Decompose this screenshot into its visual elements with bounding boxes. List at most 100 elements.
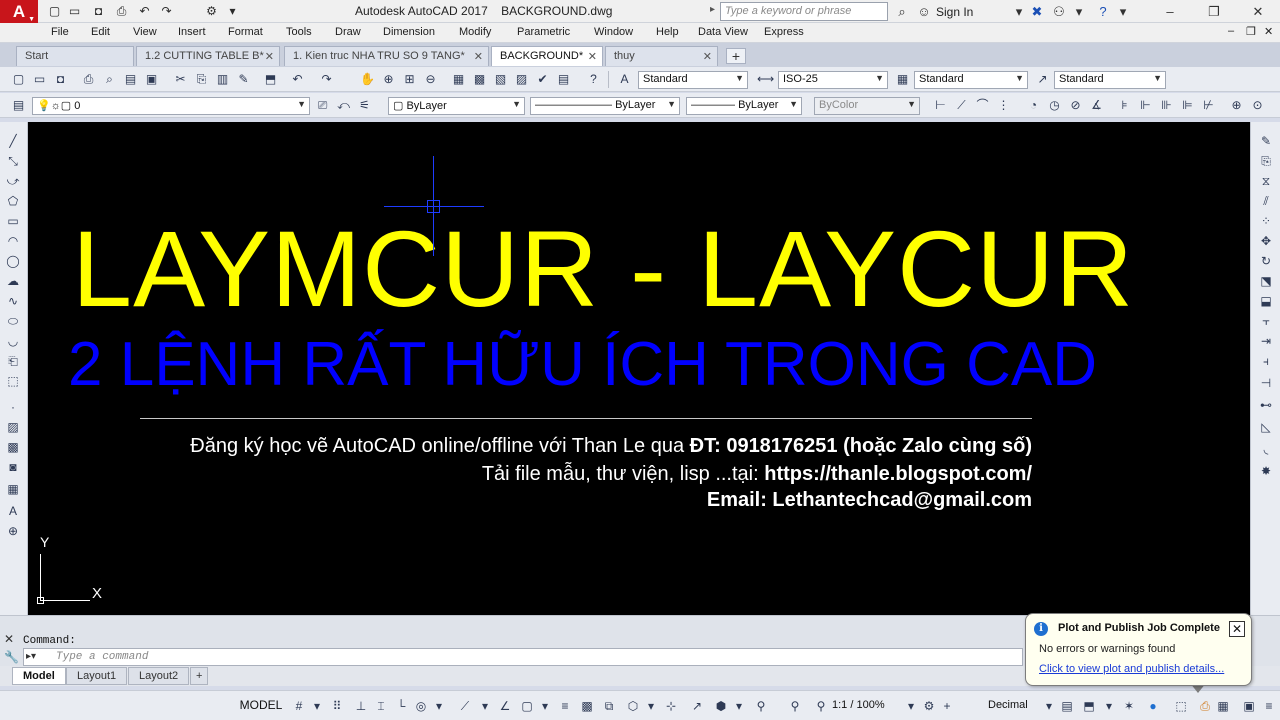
chevron-down-icon[interactable]: ▾ bbox=[1040, 698, 1058, 714]
dynamic-ucs-icon[interactable]: ⊹ bbox=[662, 698, 680, 714]
chevron-down-icon[interactable]: ▾ bbox=[1070, 3, 1088, 20]
linetype-select[interactable]: ——————— ByLayer ▼ bbox=[530, 97, 680, 115]
plot-icon[interactable]: ⎙ bbox=[113, 3, 130, 20]
tolerance-icon[interactable]: ⊕ bbox=[1228, 97, 1245, 114]
ellipse-arc-icon[interactable]: ◡ bbox=[4, 332, 22, 350]
offset-icon[interactable]: ⫽ bbox=[1257, 192, 1275, 210]
open-icon[interactable]: ▭ bbox=[31, 71, 48, 88]
menu-dimension[interactable]: Dimension bbox=[383, 26, 435, 38]
doc-minimize-button[interactable]: – bbox=[1228, 25, 1234, 37]
save-icon[interactable]: ◘ bbox=[90, 3, 107, 20]
quickcalc-icon[interactable]: ▤ bbox=[555, 71, 572, 88]
design-center-icon[interactable]: ▩ bbox=[471, 71, 488, 88]
join-icon[interactable]: ⊷ bbox=[1257, 396, 1275, 414]
close-icon[interactable]: ✕ bbox=[474, 50, 483, 63]
quick-dimension-icon[interactable]: ⊧ bbox=[1116, 97, 1133, 114]
lineweight-icon[interactable]: ≡ bbox=[556, 698, 574, 714]
aligned-dimension-icon[interactable]: ⟋ bbox=[953, 97, 970, 114]
customize-quick-access-icon[interactable]: ▾ bbox=[224, 3, 241, 20]
menu-edit[interactable]: Edit bbox=[91, 26, 110, 38]
jogged-icon[interactable]: ◷ bbox=[1046, 97, 1063, 114]
line-icon[interactable]: ╱ bbox=[4, 132, 22, 150]
hatch-icon[interactable]: ▨ bbox=[4, 418, 22, 436]
break-at-point-icon[interactable]: ⫞ bbox=[1257, 352, 1275, 370]
wrench-icon[interactable]: 🔧 bbox=[4, 650, 19, 664]
copy-icon[interactable]: ⎘ bbox=[193, 71, 210, 88]
copy-icon[interactable]: ⎘ bbox=[1257, 152, 1275, 170]
polar-tracking-icon[interactable]: ◎ bbox=[412, 698, 430, 714]
dynamic-input-icon[interactable]: ⌶ bbox=[372, 698, 390, 714]
plot-preview-icon[interactable]: ⌕ bbox=[101, 71, 118, 88]
undo-icon[interactable]: ↶ bbox=[289, 71, 306, 88]
selection-filter-icon[interactable]: ↗ bbox=[688, 698, 706, 714]
new-file-icon[interactable]: ▢ bbox=[46, 3, 63, 20]
chevron-down-icon[interactable]: ▾ bbox=[430, 698, 448, 714]
continue-icon[interactable]: ⊪ bbox=[1158, 97, 1175, 114]
lock-ui-icon[interactable]: ⬒ bbox=[1080, 698, 1098, 714]
properties-icon[interactable]: ▦ bbox=[450, 71, 467, 88]
chevron-down-icon[interactable]: ▾ bbox=[536, 698, 554, 714]
chevron-down-icon[interactable]: ▾ bbox=[730, 698, 748, 714]
help-icon[interactable]: ? bbox=[1094, 3, 1112, 20]
view-details-link[interactable]: Click to view plot and publish details..… bbox=[1039, 663, 1224, 675]
arc-length-icon[interactable]: ⌒ bbox=[974, 97, 991, 114]
paste-icon[interactable]: ▥ bbox=[214, 71, 231, 88]
search-input[interactable]: Type a keyword or phrase bbox=[720, 2, 888, 21]
annotation-scale-value[interactable]: 1:1 / 100% bbox=[832, 699, 885, 711]
dim-break-icon[interactable]: ⊬ bbox=[1200, 97, 1217, 114]
doc-close-button[interactable]: ✕ bbox=[1264, 25, 1273, 38]
construction-line-icon[interactable]: ⤡ bbox=[4, 152, 22, 170]
dim-style-icon[interactable]: ⟷ bbox=[757, 71, 774, 88]
menu-view[interactable]: View bbox=[133, 26, 157, 38]
dim-style-select[interactable]: ISO-25 ▼ bbox=[778, 71, 888, 89]
chevron-down-icon[interactable]: ▾ bbox=[902, 698, 920, 714]
rotate-icon[interactable]: ↻ bbox=[1257, 252, 1275, 270]
gizmo-icon[interactable]: ⬢ bbox=[712, 698, 730, 714]
color-select[interactable]: ▢ ByLayer ▼ bbox=[388, 97, 525, 115]
menu-data-view[interactable]: Data View bbox=[698, 26, 748, 38]
tab-kien-truc[interactable]: 1. Kien truc NHA TRU SO 9 TANG* ✕ bbox=[284, 46, 489, 66]
layer-states-icon[interactable]: ⚟ bbox=[356, 97, 373, 114]
chevron-down-icon[interactable]: ▾ bbox=[1010, 3, 1028, 20]
zoom-previous-icon[interactable]: ⊖ bbox=[422, 71, 439, 88]
command-input[interactable]: Type a command bbox=[23, 648, 1023, 666]
zoom-realtime-icon[interactable]: ⊕ bbox=[380, 71, 397, 88]
tab-model[interactable]: Model bbox=[12, 667, 66, 685]
maximize-button[interactable]: ❐ bbox=[1192, 0, 1236, 23]
model-space-toggle[interactable]: MODEL bbox=[236, 693, 286, 717]
make-current-layer-icon[interactable]: ⎚ bbox=[314, 97, 331, 114]
menu-tools[interactable]: Tools bbox=[286, 26, 312, 38]
menu-icon[interactable]: ≡ bbox=[1260, 698, 1278, 714]
tab-layout2[interactable]: Layout2 bbox=[128, 667, 190, 685]
layer-select[interactable]: 💡☼▢ 0 ▼ bbox=[32, 97, 310, 115]
rectangle-icon[interactable]: ▭ bbox=[4, 212, 22, 230]
trim-icon[interactable]: ⫟ bbox=[1257, 312, 1275, 330]
chevron-down-icon[interactable]: ▾ bbox=[308, 698, 326, 714]
selection-cycling-icon[interactable]: ⧉ bbox=[600, 698, 618, 714]
drawing-canvas[interactable]: LAYMCUR - LAYCUR 2 LỆNH RẤT HỮU ÍCH TRON… bbox=[28, 122, 1250, 615]
annotation-scale-icon[interactable]: ⚲ bbox=[812, 698, 830, 714]
menu-insert[interactable]: Insert bbox=[178, 26, 206, 38]
chevron-down-icon[interactable]: ▾ bbox=[1114, 3, 1132, 20]
fillet-icon[interactable]: ◟ bbox=[1257, 440, 1275, 458]
menu-express[interactable]: Express bbox=[764, 26, 804, 38]
close-icon[interactable]: ✕ bbox=[588, 50, 597, 63]
layer-properties-icon[interactable]: ▤ bbox=[10, 97, 27, 114]
extend-icon[interactable]: ⇥ bbox=[1257, 332, 1275, 350]
grid-icon[interactable]: # bbox=[290, 698, 308, 714]
object-snap-icon[interactable]: ▢ bbox=[518, 698, 536, 714]
mirror-icon[interactable]: ⧖ bbox=[1257, 172, 1275, 190]
tab-background[interactable]: BACKGROUND* ✕ bbox=[491, 46, 603, 66]
transparency-icon[interactable]: ▩ bbox=[578, 698, 596, 714]
quick-properties-icon[interactable]: ▤ bbox=[1058, 698, 1076, 714]
infer-constraints-icon[interactable]: ⊥ bbox=[352, 698, 370, 714]
isolate-objects-icon[interactable]: ✶ bbox=[1120, 698, 1138, 714]
new-layout-button[interactable]: + bbox=[190, 667, 209, 685]
tool-palettes-icon[interactable]: ▧ bbox=[492, 71, 509, 88]
point-icon[interactable]: · bbox=[4, 398, 22, 416]
stretch-icon[interactable]: ⬓ bbox=[1257, 292, 1275, 310]
spline-icon[interactable]: ∿ bbox=[4, 292, 22, 310]
undo-icon[interactable]: ↶ bbox=[136, 3, 153, 20]
open-file-icon[interactable]: ▭ bbox=[66, 3, 83, 20]
close-button[interactable]: ✕ bbox=[1236, 0, 1280, 23]
